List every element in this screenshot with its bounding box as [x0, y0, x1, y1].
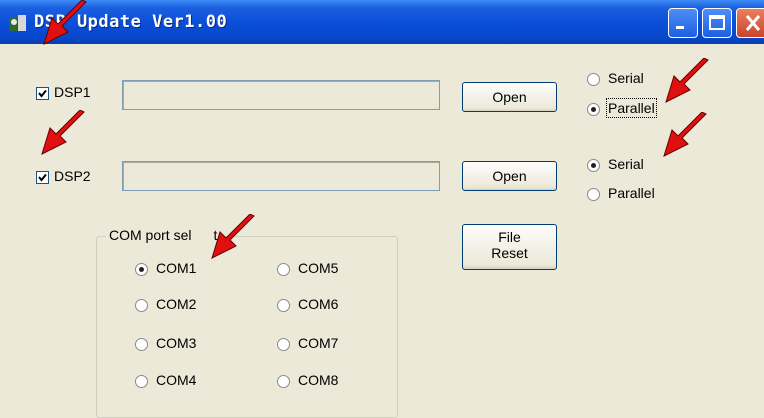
dsp1-open-button[interactable]: Open — [462, 82, 557, 112]
com6-label: COM6 — [298, 296, 339, 312]
com8-radio[interactable] — [277, 375, 290, 388]
dsp1-serial-radio[interactable] — [587, 73, 600, 86]
dsp2-serial-label: Serial — [608, 156, 644, 172]
file-reset-line2: Reset — [491, 245, 528, 261]
com1-label: COM1 — [156, 260, 197, 276]
com4-radio[interactable] — [135, 375, 148, 388]
com6-radio[interactable] — [277, 299, 290, 312]
dsp2-parallel-radio[interactable] — [587, 188, 600, 201]
dsp2-parallel-label: Parallel — [608, 185, 655, 201]
annotation-arrow-icon — [43, 0, 87, 45]
dsp2-label: DSP2 — [54, 168, 91, 184]
com3-radio[interactable] — [135, 338, 148, 351]
dsp1-checkbox[interactable] — [36, 87, 49, 100]
title-bar[interactable]: DSP Update Ver1.00 — [0, 0, 764, 44]
com7-label: COM7 — [298, 335, 339, 351]
dsp2-checkbox[interactable] — [36, 171, 49, 184]
com7-radio[interactable] — [277, 338, 290, 351]
check-icon — [38, 173, 47, 182]
annotation-arrow-icon — [663, 112, 707, 157]
close-button[interactable] — [736, 8, 764, 38]
com5-radio[interactable] — [277, 263, 290, 276]
file-reset-button[interactable]: File Reset — [462, 224, 557, 270]
com4-label: COM4 — [156, 372, 197, 388]
annotation-arrow-icon — [41, 110, 85, 155]
com3-label: COM3 — [156, 335, 197, 351]
dsp1-serial-label: Serial — [608, 70, 644, 86]
com5-label: COM5 — [298, 260, 339, 276]
dsp2-open-button[interactable]: Open — [462, 161, 557, 191]
maximize-button[interactable] — [702, 8, 732, 38]
annotation-arrow-icon — [211, 214, 255, 259]
minimize-button[interactable] — [668, 8, 698, 38]
dsp1-label: DSP1 — [54, 84, 91, 100]
dsp2-serial-radio[interactable] — [587, 159, 600, 172]
dsp1-parallel-radio[interactable] — [587, 103, 600, 116]
dsp1-parallel-label: Parallel — [606, 98, 657, 118]
minimize-icon — [676, 26, 684, 29]
close-icon — [745, 15, 761, 31]
com2-label: COM2 — [156, 296, 197, 312]
maximize-icon — [709, 15, 725, 30]
annotation-arrow-icon — [665, 58, 709, 103]
com-port-group-title: COM port sel t — [106, 227, 221, 243]
file-reset-line1: File — [498, 229, 521, 245]
com8-label: COM8 — [298, 372, 339, 388]
app-icon — [9, 15, 26, 31]
check-icon — [38, 89, 47, 98]
com2-radio[interactable] — [135, 299, 148, 312]
com1-radio[interactable] — [135, 263, 148, 276]
dsp2-path-field[interactable] — [122, 161, 440, 191]
dsp1-path-field[interactable] — [122, 80, 440, 110]
